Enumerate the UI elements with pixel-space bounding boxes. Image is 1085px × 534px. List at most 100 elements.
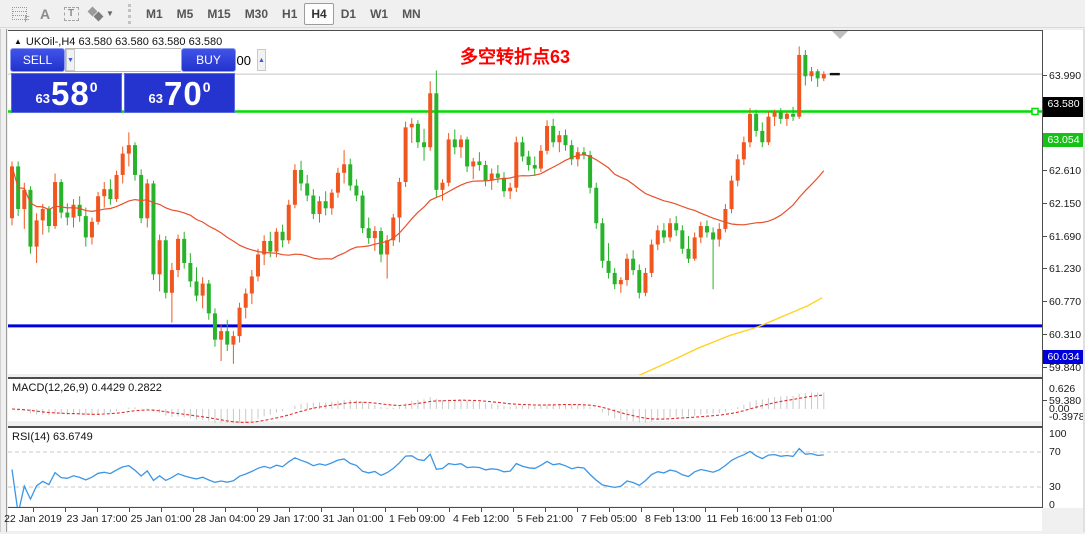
ask-price-badge (1043, 111, 1084, 117)
main-chart-panel[interactable]: ▲UKOil-,H4 63.580 63.580 63.580 63.580 多… (8, 30, 1042, 374)
price-tick (1043, 334, 1047, 335)
price-label: 62.150 (1049, 198, 1081, 210)
symbol-info: ▲UKOil-,H4 63.580 63.580 63.580 63.580 (14, 36, 222, 48)
time-label: 8 Feb 13:00 (645, 513, 701, 525)
buy-quote-sup: 0 (203, 79, 211, 95)
time-tick (161, 508, 162, 512)
time-tick (129, 508, 130, 512)
price-label: 62.610 (1049, 165, 1081, 177)
sell-button[interactable]: SELL (10, 48, 65, 72)
price-label: 61.690 (1049, 231, 1081, 243)
price-axis[interactable]: 63.99062.61062.15061.69061.23060.77060.3… (1042, 30, 1083, 508)
resistance-price-badge: 63.054 (1043, 133, 1084, 147)
chart-annotation-text: 多空转折点63 (460, 43, 570, 69)
volume-increase-button[interactable]: ▲ (257, 49, 266, 71)
timeframe-button-m1[interactable]: M1 (139, 3, 170, 25)
text-tool-icon[interactable]: A (32, 3, 58, 25)
time-tick (737, 508, 738, 512)
chevron-down-icon: ▼ (106, 9, 114, 18)
time-tick (705, 508, 706, 512)
price-tick (1043, 367, 1047, 368)
price-label: 60.770 (1049, 296, 1081, 308)
time-tick (833, 508, 834, 512)
price-tick (1043, 170, 1047, 171)
sell-quote-big: 58 (51, 79, 90, 109)
buy-quote-small: 63 (149, 91, 163, 106)
timeframe-button-w1[interactable]: W1 (363, 3, 395, 25)
time-tick (353, 508, 354, 512)
rsi-chart (8, 428, 1042, 508)
time-label: 5 Feb 21:00 (517, 513, 573, 525)
sell-quote-sup: 0 (90, 79, 98, 95)
time-label: 11 Feb 16:00 (706, 513, 767, 525)
volume-control: ▼ ▲ (65, 48, 181, 72)
time-label: 25 Jan 01:00 (131, 513, 192, 525)
sell-quote-button[interactable]: 63 58 0 (11, 73, 122, 113)
time-label: 1 Feb 09:00 (389, 513, 445, 525)
macd-chart (8, 379, 1042, 423)
macd-axis-label: -0.3978 (1049, 411, 1085, 423)
one-click-trading-panel: SELL ▼ ▲ BUY 63 58 0 63 70 0 (10, 48, 238, 114)
rsi-axis-label: 70 (1049, 446, 1061, 458)
axis-corner (1042, 508, 1083, 531)
time-tick (481, 508, 482, 512)
timeframe-button-m15[interactable]: M15 (200, 3, 237, 25)
time-tick (673, 508, 674, 512)
buy-quote-button[interactable]: 63 70 0 (124, 73, 235, 113)
time-axis[interactable]: 22 Jan 201923 Jan 17:0025 Jan 01:0028 Ja… (8, 507, 1042, 531)
rsi-label: RSI(14) 63.6749 (12, 431, 93, 443)
time-tick (225, 508, 226, 512)
toolbar-separator (128, 4, 133, 24)
price-tick (1043, 203, 1047, 204)
time-tick (257, 508, 258, 512)
time-tick (385, 508, 386, 512)
time-tick (513, 508, 514, 512)
symbol-collapse-icon[interactable]: ▲ (14, 37, 22, 46)
buy-quote-big: 70 (164, 79, 203, 109)
fibonacci-tool-icon[interactable] (6, 3, 32, 25)
chart-shift-marker-icon[interactable] (832, 31, 848, 39)
time-tick (641, 508, 642, 512)
rsi-panel[interactable]: RSI(14) 63.6749 (8, 426, 1042, 506)
price-label: 60.310 (1049, 329, 1081, 341)
sell-quote-small: 63 (36, 91, 50, 106)
buy-button[interactable]: BUY (181, 48, 236, 72)
timeframe-button-h4[interactable]: H4 (304, 3, 333, 25)
timeframe-button-d1[interactable]: D1 (334, 3, 363, 25)
timeframe-button-h1[interactable]: H1 (275, 3, 304, 25)
timeframe-button-m5[interactable]: M5 (170, 3, 201, 25)
timeframe-button-mn[interactable]: MN (395, 3, 428, 25)
time-label: 4 Feb 12:00 (453, 513, 509, 525)
arrows-tool-icon[interactable]: ▼ (84, 3, 118, 25)
time-tick (417, 508, 418, 512)
time-label: 31 Jan 01:00 (323, 513, 384, 525)
time-tick (97, 508, 98, 512)
support-price-badge: 60.034 (1043, 350, 1084, 364)
time-label: 7 Feb 05:00 (581, 513, 637, 525)
toolbar: A T ▼ M1M5M15M30H1H4D1W1MN (0, 0, 1085, 28)
price-tick (1043, 75, 1047, 76)
mt4-terminal: A T ▼ M1M5M15M30H1H4D1W1MN ▲UKOil-,H4 63… (0, 0, 1085, 534)
time-tick (545, 508, 546, 512)
price-tick (1043, 400, 1047, 401)
time-tick (33, 508, 34, 512)
window-frame-left (0, 29, 7, 532)
time-tick (193, 508, 194, 512)
time-tick (289, 508, 290, 512)
time-tick (801, 508, 802, 512)
time-tick (65, 508, 66, 512)
time-label: 13 Feb 01:00 (770, 513, 832, 525)
price-label: 61.230 (1049, 263, 1081, 275)
chart-window: ▲UKOil-,H4 63.580 63.580 63.580 63.580 多… (0, 29, 1085, 532)
time-tick (577, 508, 578, 512)
text-label-tool-icon[interactable]: T (58, 3, 84, 25)
time-tick (449, 508, 450, 512)
time-tick (769, 508, 770, 512)
macd-axis-label: 0.626 (1049, 383, 1075, 395)
time-label: 22 Jan 2019 (4, 513, 62, 525)
time-label: 28 Jan 04:00 (195, 513, 256, 525)
rsi-axis-label: 100 (1049, 428, 1067, 440)
volume-decrease-button[interactable]: ▼ (66, 49, 75, 71)
macd-panel[interactable]: MACD(12,26,9) 0.4429 0.2822 (8, 377, 1042, 421)
timeframe-button-m30[interactable]: M30 (238, 3, 275, 25)
